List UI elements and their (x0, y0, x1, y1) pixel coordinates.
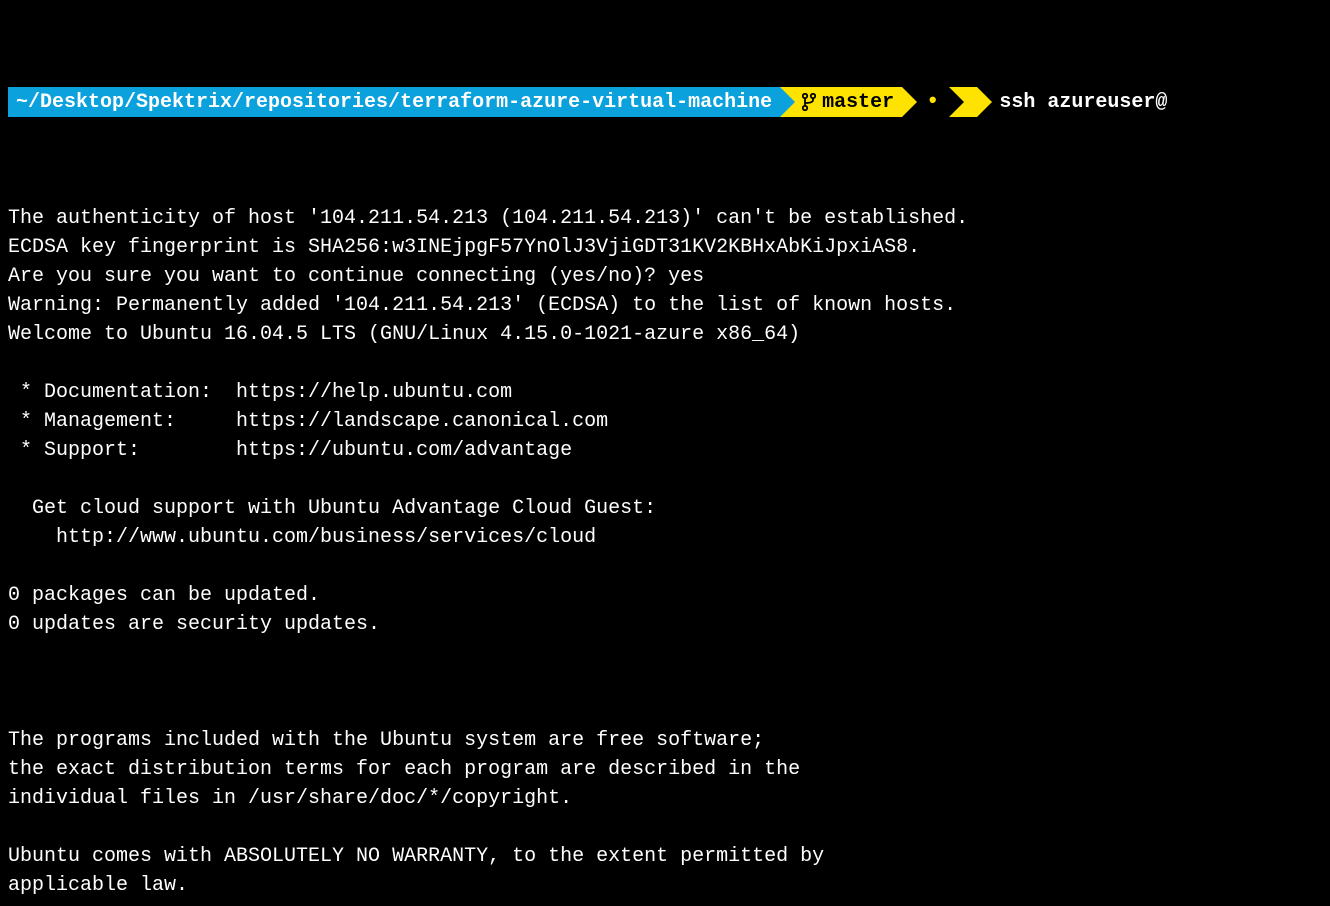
output-line: * Documentation: https://help.ubuntu.com (8, 378, 1322, 407)
output-line: The programs included with the Ubuntu sy… (8, 726, 1322, 755)
output-line: * Management: https://landscape.canonica… (8, 407, 1322, 436)
output-line (8, 668, 1322, 697)
output-line (8, 465, 1322, 494)
output-line: * Support: https://ubuntu.com/advantage (8, 436, 1322, 465)
segment-arrow-icon (977, 87, 992, 117)
output-line: individual files in /usr/share/doc/*/cop… (8, 784, 1322, 813)
output-line: Warning: Permanently added '104.211.54.2… (8, 291, 1322, 320)
output-line (8, 900, 1322, 906)
local-prompt: ~/Desktop/Spektrix/repositories/terrafor… (8, 87, 1322, 117)
prompt-path-segment: ~/Desktop/Spektrix/repositories/terrafor… (8, 87, 780, 117)
output-line: applicable law. (8, 871, 1322, 900)
prompt-branch: master (822, 88, 894, 117)
prompt-path: ~/Desktop/Spektrix/repositories/terrafor… (16, 88, 772, 117)
output-line: Welcome to Ubuntu 16.04.5 LTS (GNU/Linux… (8, 320, 1322, 349)
output-line (8, 552, 1322, 581)
output-line: The authenticity of host '104.211.54.213… (8, 204, 1322, 233)
output-line (8, 697, 1322, 726)
output-line: http://www.ubuntu.com/business/services/… (8, 523, 1322, 552)
output-line: Ubuntu comes with ABSOLUTELY NO WARRANTY… (8, 842, 1322, 871)
output-line (8, 813, 1322, 842)
segment-arrow-icon (949, 87, 964, 117)
output-line: ECDSA key fingerprint is SHA256:w3INEjpg… (8, 233, 1322, 262)
terminal-output: The authenticity of host '104.211.54.213… (8, 204, 1322, 906)
output-line: Get cloud support with Ubuntu Advantage … (8, 494, 1322, 523)
git-branch-icon (802, 93, 816, 111)
output-line: Are you sure you want to continue connec… (8, 262, 1322, 291)
output-line: 0 updates are security updates. (8, 610, 1322, 639)
output-line (8, 639, 1322, 668)
prompt-branch-segment: master (780, 87, 902, 117)
segment-arrow-icon (902, 87, 917, 117)
output-line: 0 packages can be updated. (8, 581, 1322, 610)
output-line (8, 349, 1322, 378)
terminal[interactable]: ~/Desktop/Spektrix/repositories/terrafor… (0, 0, 1330, 906)
prompt-command-segment[interactable]: ssh azureuser@ (977, 87, 1175, 117)
prompt-command: ssh azureuser@ (999, 88, 1167, 117)
output-line: the exact distribution terms for each pr… (8, 755, 1322, 784)
segment-arrow-icon (780, 87, 795, 117)
